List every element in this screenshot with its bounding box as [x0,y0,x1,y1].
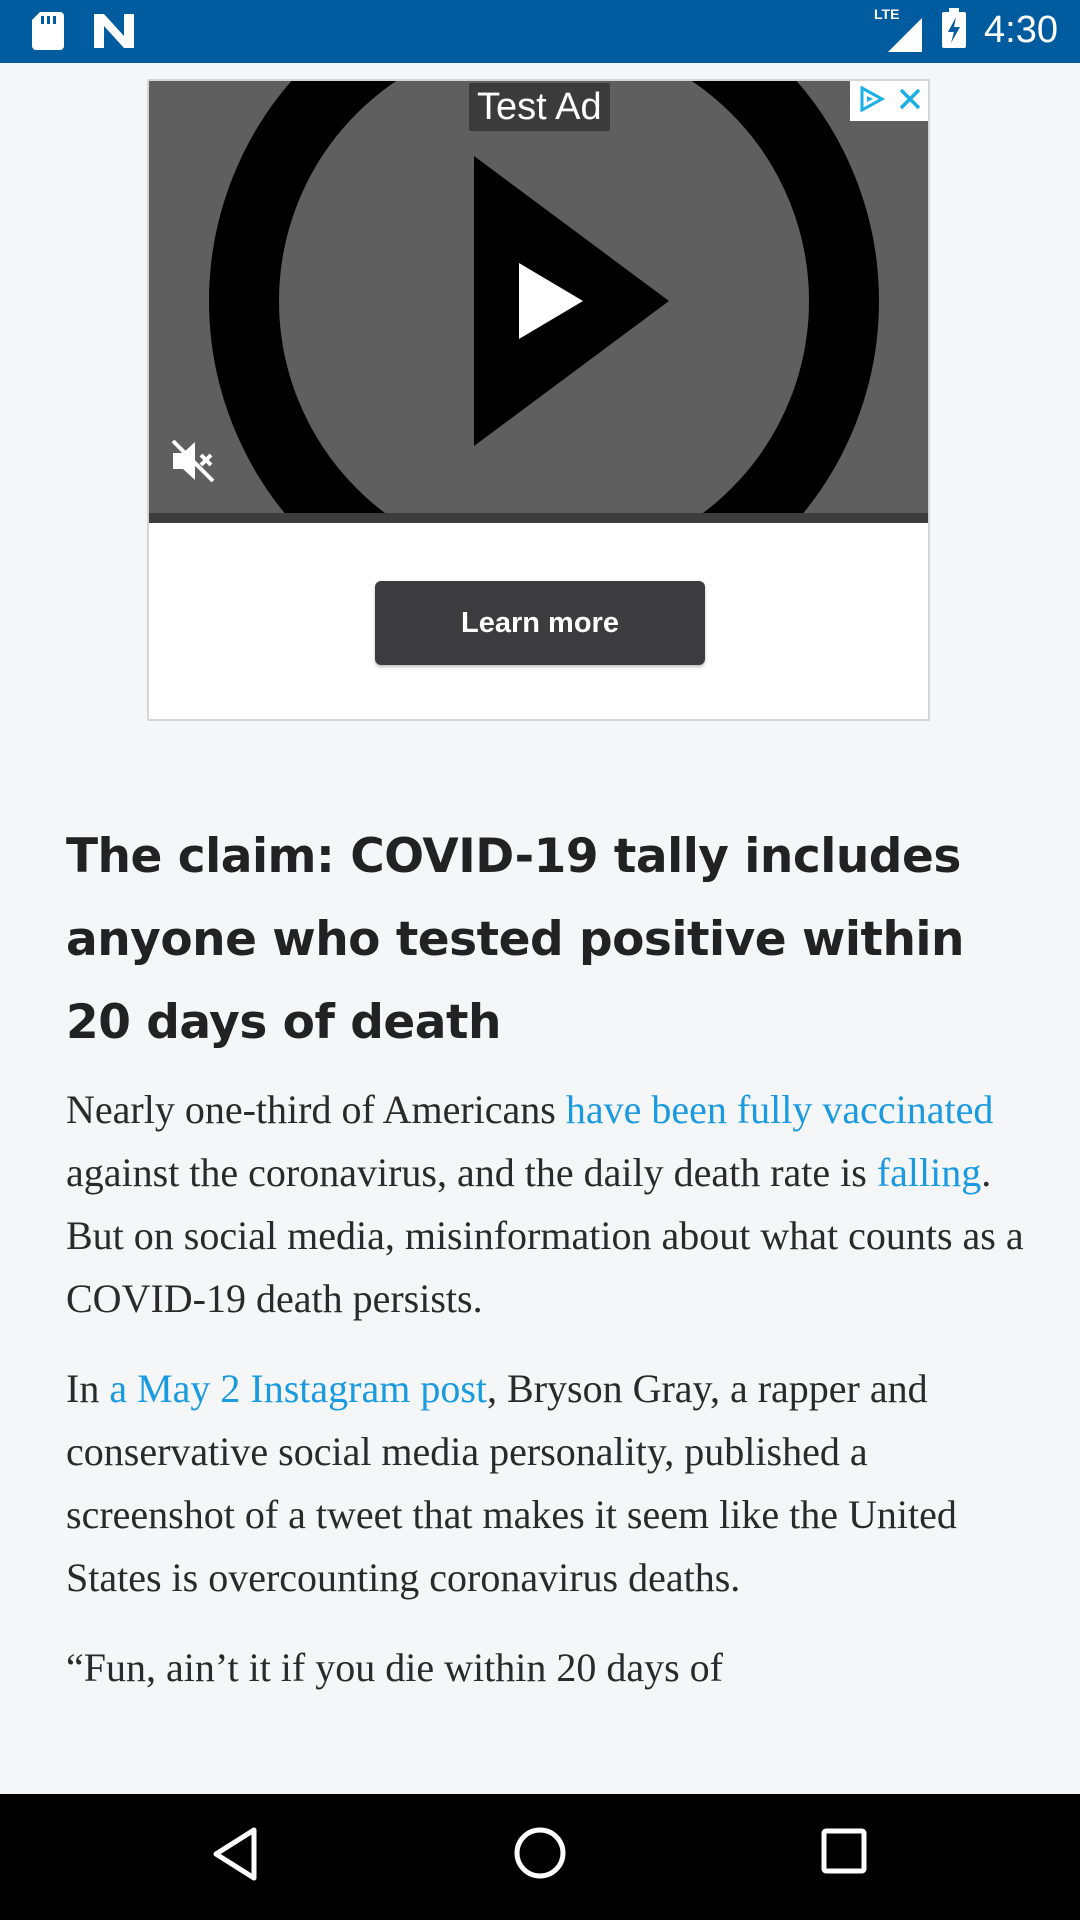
learn-more-button[interactable]: Learn more [375,581,705,665]
article-body: The claim: COVID-19 tally includes anyon… [66,815,1026,1699]
adchoices-badge[interactable] [850,81,928,121]
clock: 4:30 [984,9,1058,51]
back-icon[interactable] [212,1827,258,1886]
signal-icon: LTE [874,6,924,52]
battery-charging-icon [942,8,967,53]
ad-progress-bar [149,513,928,523]
navigation-bar [0,1794,1080,1920]
sd-card-icon [32,12,64,55]
n-app-icon [94,14,134,53]
play-icon[interactable] [519,263,583,344]
link-instagram-post[interactable]: a May 2 Instagram post [109,1366,487,1411]
adchoices-icon[interactable] [856,84,886,119]
paragraph-text: Nearly one-third of Americans [66,1087,566,1132]
home-icon[interactable] [513,1826,567,1885]
paragraph-text: against the coronavirus, and the daily d… [66,1150,877,1195]
article-headline: The claim: COVID-19 tally includes anyon… [66,829,965,1050]
link-fully-vaccinated[interactable]: have been fully vaccinated [566,1087,994,1132]
test-ad-label: Test Ad [469,83,610,131]
paragraph-text: In [66,1366,110,1411]
article-paragraph: Nearly one-third of Americans have been … [66,1078,1026,1330]
close-ad-icon[interactable] [898,87,922,116]
video-ad[interactable]: Test Ad Learn more [147,79,930,721]
status-bar: LTE 4:30 [0,0,1080,63]
ad-video-player[interactable]: Test Ad [149,81,928,523]
link-falling[interactable]: falling [877,1150,981,1195]
article-paragraph-partial: “Fun, ain’t it if you die within 20 days… [66,1645,723,1690]
recents-icon[interactable] [821,1828,867,1879]
mute-icon[interactable] [171,439,217,488]
article-paragraph: In a May 2 Instagram post, Bryson Gray, … [66,1357,1026,1609]
